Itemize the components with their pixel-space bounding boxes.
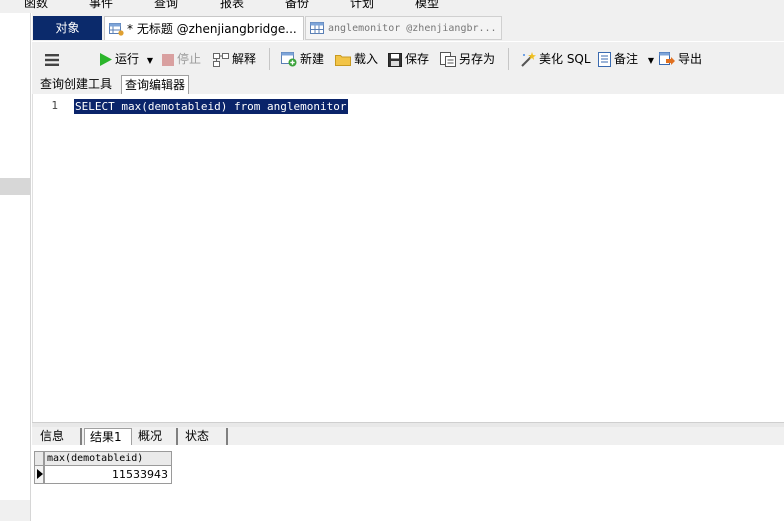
play-icon [100, 53, 112, 66]
run-dropdown-arrow-icon[interactable]: ▼ [147, 56, 153, 65]
beautify-sql-button[interactable]: 美化 SQL [520, 48, 591, 70]
export-icon [659, 52, 675, 65]
tab-objects[interactable]: 对象 [33, 16, 102, 40]
note-icon [598, 52, 611, 67]
toolbar-divider [508, 48, 509, 70]
tab-info[interactable]: 信息 [35, 428, 82, 445]
sql-editor[interactable] [32, 94, 784, 422]
tab-table-anglemonitor[interactable]: anglemonitor @zhenjiangbr... [305, 16, 502, 40]
export-label: 导出 [678, 52, 703, 66]
note-button[interactable]: 备注 ▼ [598, 48, 654, 70]
stop-icon [162, 53, 174, 66]
menu-item-events[interactable]: 事件 [89, 0, 113, 10]
current-row-arrow-icon [37, 469, 43, 479]
note-label: 备注 [614, 52, 639, 66]
table-cell[interactable]: 11533943 [44, 466, 172, 484]
line-number-gutter [33, 94, 69, 422]
table-icon [310, 21, 324, 34]
save-as-button[interactable]: 另存为 [440, 48, 495, 70]
tab-overview[interactable]: 概况 [133, 428, 178, 445]
explain-icon [213, 52, 229, 67]
line-number: 1 [51, 99, 58, 112]
left-panel-footer [0, 500, 30, 521]
save-as-icon [440, 52, 456, 67]
grid-row-selector[interactable] [34, 466, 44, 484]
menu-item-model[interactable]: 模型 [415, 0, 439, 10]
beautify-sql-label: 美化 SQL [539, 52, 591, 66]
new-button[interactable]: 新建 [281, 48, 324, 70]
run-button[interactable]: 运行 ▼ [100, 48, 153, 70]
menu-item-functions[interactable]: 函数 [24, 0, 48, 10]
save-label: 保存 [405, 52, 430, 66]
new-query-icon [281, 52, 297, 67]
menu-item-reports[interactable]: 报表 [220, 0, 244, 10]
export-button[interactable]: 导出 [659, 48, 702, 70]
save-as-label: 另存为 [459, 52, 496, 66]
menu-item-query[interactable]: 查询 [154, 0, 178, 10]
load-label: 载入 [354, 52, 379, 66]
hamburger-icon [45, 53, 59, 66]
stop-label: 停止 [177, 52, 202, 66]
tab-query-editor[interactable]: 查询编辑器 [121, 75, 190, 94]
run-label: 运行 [115, 52, 140, 66]
grid-corner [34, 451, 44, 466]
tab-query-untitled[interactable]: * 无标题 @zhenjiangbridge... [104, 16, 304, 40]
tab-query-untitled-label: * 无标题 @zhenjiangbridge... [127, 22, 297, 36]
explain-button[interactable]: 解释 [213, 48, 256, 70]
toolbar-divider [269, 48, 270, 70]
sql-text-selected[interactable]: SELECT max(demotableid) from anglemonito… [74, 99, 348, 114]
note-dropdown-arrow-icon[interactable]: ▼ [648, 56, 654, 65]
load-button[interactable]: 载入 [335, 48, 378, 70]
tab-result-1[interactable]: 结果1 [84, 428, 132, 445]
stop-button[interactable]: 停止 [162, 48, 201, 70]
save-button[interactable]: 保存 [388, 48, 429, 70]
tab-status[interactable]: 状态 [180, 428, 228, 445]
hamburger-menu-button[interactable] [45, 48, 59, 70]
left-panel-selection[interactable] [0, 178, 30, 195]
explain-label: 解释 [232, 52, 257, 66]
tab-table-anglemonitor-label: anglemonitor @zhenjiangbr... [328, 23, 497, 34]
left-panel [0, 13, 31, 521]
tab-query-builder[interactable]: 查询创建工具 [37, 75, 115, 94]
save-icon [388, 52, 402, 67]
new-label: 新建 [300, 52, 325, 66]
magic-wand-icon [521, 52, 536, 67]
grid-column-header[interactable]: max(demotableid) [44, 451, 172, 466]
menu-item-backup[interactable]: 备份 [285, 0, 309, 10]
menu-item-schedule[interactable]: 计划 [350, 0, 374, 10]
folder-icon [335, 55, 351, 66]
query-table-icon [109, 23, 124, 36]
menu-bar: 函数 事件 查询 报表 备份 计划 模型 [0, 0, 784, 13]
